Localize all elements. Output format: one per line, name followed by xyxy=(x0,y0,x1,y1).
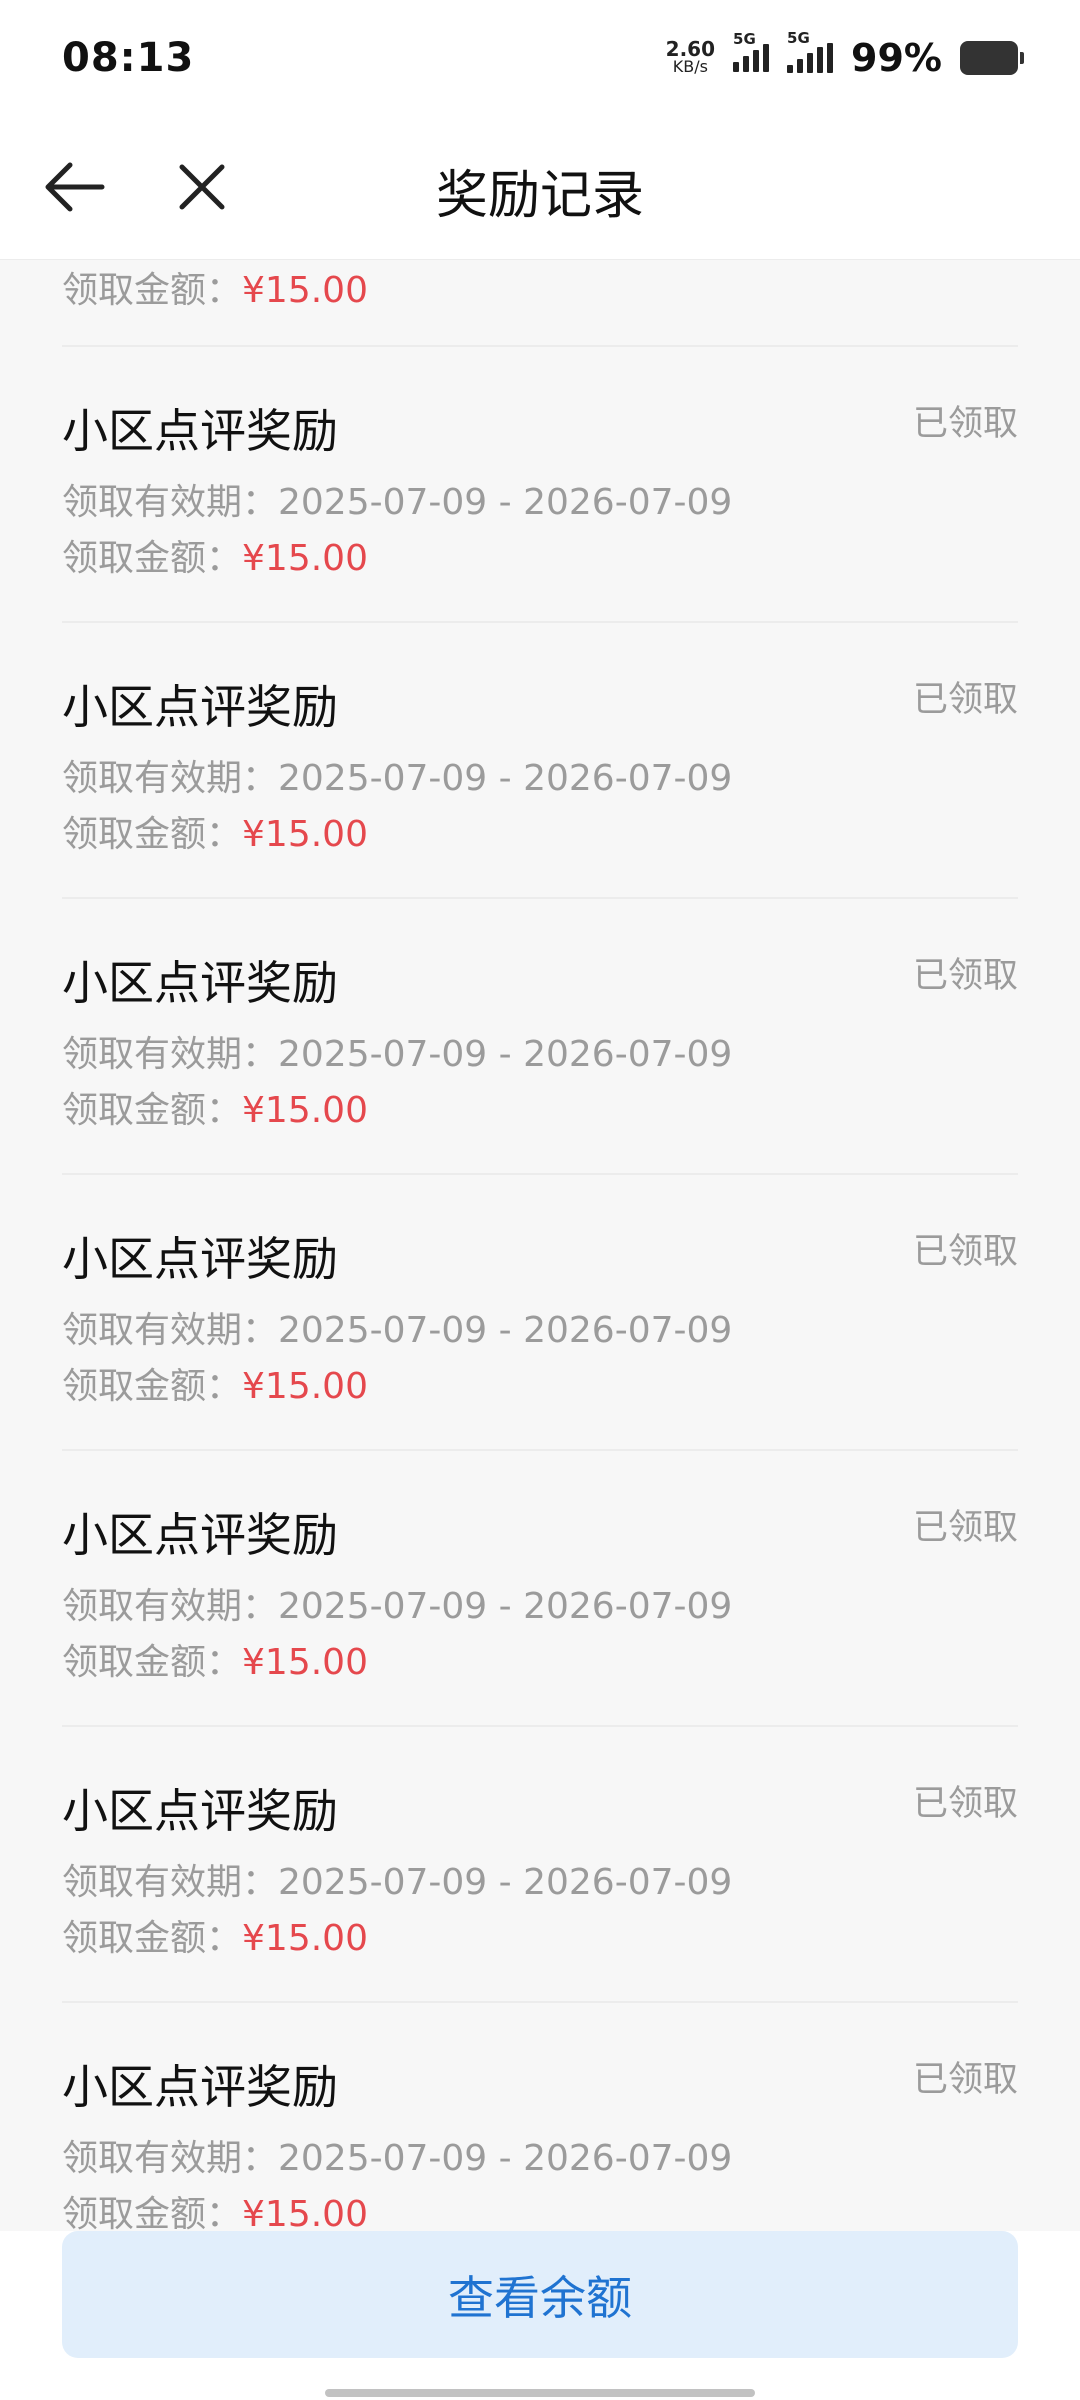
item-period: 领取有效期：2025-07-09 - 2026-07-09 xyxy=(62,1862,733,1903)
nav-bar: 奖励记录 xyxy=(0,115,1080,260)
status-time: 08:13 xyxy=(62,34,195,81)
item-status: 已领取 xyxy=(912,1232,1018,1272)
list-item: 小区点评奖励 已领取 领取有效期：2025-07-09 - 2026-07-09… xyxy=(62,1175,1018,1451)
amount-line: 领取金额：¥15.00 xyxy=(62,261,368,313)
bottom-area: 查看余额 xyxy=(0,2231,1080,2400)
item-title: 小区点评奖励 xyxy=(62,680,338,734)
list-item-partial: 领取金额：¥15.00 xyxy=(62,261,1018,347)
item-title: 小区点评奖励 xyxy=(62,2060,338,2114)
list-item: 小区点评奖励 已领取 领取有效期：2025-07-09 - 2026-07-09… xyxy=(62,1727,1018,2003)
home-indicator[interactable] xyxy=(325,2389,755,2397)
item-title: 小区点评奖励 xyxy=(62,404,338,458)
item-period: 领取有效期：2025-07-09 - 2026-07-09 xyxy=(62,1034,733,1075)
battery-percent: 99% xyxy=(851,35,942,80)
amount-line: 领取金额：¥15.00 xyxy=(62,1357,368,1409)
item-period: 领取有效期：2025-07-09 - 2026-07-09 xyxy=(62,2138,733,2179)
amount-value: ¥15.00 xyxy=(242,538,368,579)
amount-label: 领取金额： xyxy=(62,2194,243,2231)
item-title: 小区点评奖励 xyxy=(62,1784,338,1838)
amount-value: ¥15.00 xyxy=(242,814,368,855)
amount-line: 领取金额：¥15.00 xyxy=(62,1633,368,1685)
item-title: 小区点评奖励 xyxy=(62,1508,338,1562)
amount-line: 领取金额：¥15.00 xyxy=(62,1081,368,1133)
list-item: 小区点评奖励 已领取 领取有效期：2025-07-09 - 2026-07-09… xyxy=(62,899,1018,1175)
amount-line: 领取金额：¥15.00 xyxy=(62,805,368,857)
page-title: 奖励记录 xyxy=(435,166,644,226)
item-status: 已领取 xyxy=(912,956,1018,996)
amount-value: ¥15.00 xyxy=(242,2194,368,2231)
status-icons: 2.60 KB/s 5G 5G 99% xyxy=(665,29,1024,80)
item-status: 已领取 xyxy=(912,404,1018,444)
reward-list[interactable]: 领取金额：¥15.00 小区点评奖励 已领取 领取有效期：2025-07-09 … xyxy=(0,261,1080,2231)
amount-value: ¥15.00 xyxy=(242,270,368,311)
amount-value: ¥15.00 xyxy=(242,1090,368,1131)
list-item: 小区点评奖励 已领取 领取有效期：2025-07-09 - 2026-07-09… xyxy=(62,623,1018,899)
item-status: 已领取 xyxy=(912,1784,1018,1824)
amount-value: ¥15.00 xyxy=(242,1642,368,1683)
item-period: 领取有效期：2025-07-09 - 2026-07-09 xyxy=(62,1586,733,1627)
signal-icon-1: 5G xyxy=(733,30,770,72)
signal-icon-2: 5G xyxy=(787,29,834,73)
amount-line: 领取金额：¥15.00 xyxy=(62,529,368,581)
signal-label-2: 5G xyxy=(787,28,810,47)
amount-value: ¥15.00 xyxy=(242,1918,368,1959)
amount-label: 领取金额： xyxy=(62,1366,243,1407)
item-period: 领取有效期：2025-07-09 - 2026-07-09 xyxy=(62,1310,733,1351)
item-status: 已领取 xyxy=(912,1508,1018,1548)
amount-label: 领取金额： xyxy=(62,1918,243,1959)
amount-label: 领取金额： xyxy=(62,1642,243,1683)
network-speed-value: 2.60 xyxy=(665,36,716,61)
amount-label: 领取金额： xyxy=(62,1090,243,1131)
amount-value: ¥15.00 xyxy=(242,1366,368,1407)
amount-label: 领取金额： xyxy=(62,538,243,579)
item-status: 已领取 xyxy=(912,680,1018,720)
amount-line: 领取金额：¥15.00 xyxy=(62,2185,368,2231)
status-bar: 08:13 2.60 KB/s 5G 5G 99% xyxy=(0,0,1080,115)
item-title: 小区点评奖励 xyxy=(62,1232,338,1286)
amount-label: 领取金额： xyxy=(62,270,243,311)
item-status: 已领取 xyxy=(912,2060,1018,2100)
list-item: 小区点评奖励 已领取 领取有效期：2025-07-09 - 2026-07-09… xyxy=(62,1451,1018,1727)
amount-line: 领取金额：¥15.00 xyxy=(62,1909,368,1961)
view-balance-button[interactable]: 查看余额 xyxy=(62,2231,1018,2358)
list-item: 小区点评奖励 已领取 领取有效期：2025-07-09 - 2026-07-09… xyxy=(62,347,1018,623)
signal-label-1: 5G xyxy=(733,29,756,48)
list-item: 小区点评奖励 已领取 领取有效期：2025-07-09 - 2026-07-09… xyxy=(62,2003,1018,2231)
network-speed-unit: KB/s xyxy=(672,56,708,76)
item-period: 领取有效期：2025-07-09 - 2026-07-09 xyxy=(62,758,733,799)
battery-icon xyxy=(960,40,1024,75)
amount-label: 领取金额： xyxy=(62,814,243,855)
item-period: 领取有效期：2025-07-09 - 2026-07-09 xyxy=(62,482,733,523)
network-speed: 2.60 KB/s xyxy=(665,36,716,76)
item-title: 小区点评奖励 xyxy=(62,956,338,1010)
